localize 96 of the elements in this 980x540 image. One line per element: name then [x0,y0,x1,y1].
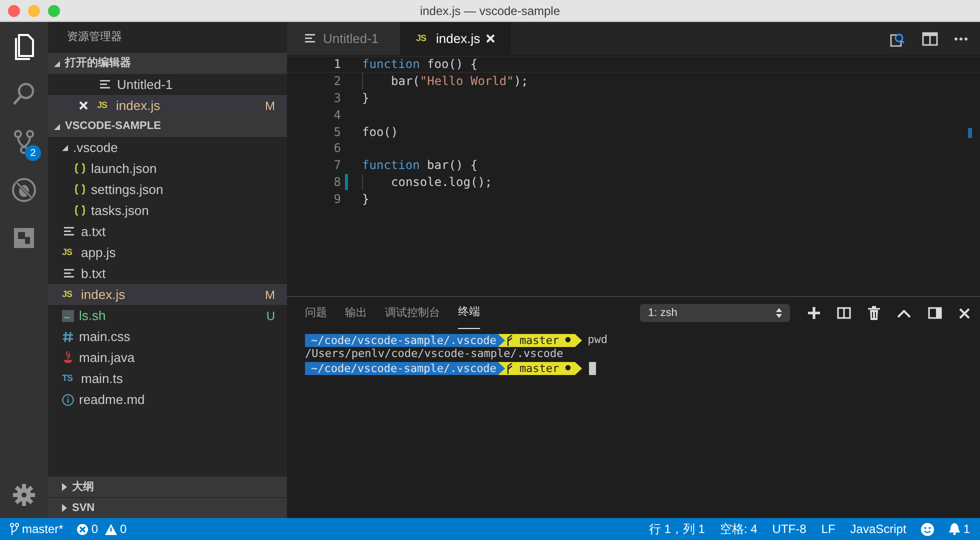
panel-tab[interactable]: 问题 [305,297,327,329]
window-control-icon [28,5,40,17]
tree-item[interactable]: TS main.ts [48,368,287,389]
section-header[interactable]: 大纲 [48,476,287,497]
tree-item[interactable]: readme.md [48,389,287,410]
close-icon[interactable] [79,101,88,110]
tree-item[interactable]: main.css [48,326,287,347]
line-number: 6 [334,140,341,158]
panel-tab[interactable]: 输出 [345,297,367,329]
panel-tab[interactable]: 终端 [458,297,480,329]
tree-item[interactable]: ls.sh U [48,305,287,326]
line-number: 2 [334,73,341,90]
code-line: } [362,90,370,107]
split-editor-icon [922,32,938,46]
window-control-icon [48,5,60,17]
line-number: 5 [334,124,341,141]
updown-icon [776,308,782,318]
cursor-position[interactable]: 行 1，列 1 [648,520,705,538]
segment-arrow-icon [498,362,506,374]
chevron-up-icon [897,308,911,318]
terminal-file-icon [62,310,74,322]
warning-icon [105,524,118,534]
braces-icon [74,184,86,195]
tree-item[interactable]: Untitled-1 [48,74,287,95]
section-header[interactable]: VSCODE-SAMPLE [48,116,287,137]
tree-item[interactable]: .vscode [48,137,287,158]
problems-status[interactable]: 0 0 [77,520,127,538]
tree-item[interactable]: JS app.js [48,242,287,263]
code-line: } [362,190,370,208]
plus-icon [808,307,820,319]
lines-icon [305,34,315,43]
window-title: index.js — vscode-sample [420,2,560,20]
split-terminal-icon [837,307,851,319]
braces-icon [74,163,86,174]
js-icon: JS [62,290,76,299]
line-number: 4 [334,106,341,124]
line-number: 8 [334,174,341,191]
segment-arrow-icon [574,334,582,346]
cup-icon [62,351,74,364]
line-number: 9 [334,190,341,208]
braces-icon [74,205,86,216]
code-line: bar("Hello World"); [391,73,528,90]
code-line: function bar() { [362,157,478,174]
terminal-command: pwd [588,332,608,348]
close-icon [486,34,496,43]
count-badge: 2 [25,145,41,161]
editor-tab[interactable]: JS index.js [400,22,511,55]
tree-item[interactable]: settings.json [48,179,287,200]
lines-icon [64,227,74,236]
error-icon [77,524,88,534]
line-number: 1 [334,56,341,74]
tree-item[interactable]: JS index.js M [48,284,287,305]
js-icon: JS [416,34,430,43]
notifications-status[interactable]: 1 [949,520,970,538]
trash-icon [868,306,880,320]
segment-arrow-icon [574,362,582,374]
tree-item[interactable]: tasks.json [48,200,287,221]
terminal-output: /Users/penlv/code/vscode-sample/.vscode [305,346,564,362]
tree-item[interactable]: launch.json [48,158,287,179]
line-ending-status[interactable]: LF [821,520,836,538]
branch-status[interactable]: master* [10,520,64,538]
section-header[interactable]: SVN [48,497,287,518]
tree-item[interactable]: a.txt [48,221,287,242]
terminal-select[interactable]: 1: zsh [640,304,790,322]
lines-icon [64,269,74,278]
more-icon [954,36,968,40]
js-icon: JS [62,248,76,257]
section-header[interactable]: 打开的编辑器 [48,53,287,74]
code-line: function foo() { [362,56,478,74]
language-status[interactable]: JavaScript [850,520,906,538]
code-line: console.log(); [391,174,492,191]
bug-icon[interactable] [10,176,38,204]
tree-item[interactable]: main.java [48,347,287,368]
encoding-status[interactable]: UTF-8 [772,520,806,538]
js-icon: JS [97,101,111,110]
code-line: foo() [362,124,398,141]
indentation-status[interactable]: 空格: 4 [720,520,758,538]
tree-item[interactable]: b.txt [48,263,287,284]
ts-icon: TS [62,374,76,383]
tree-item[interactable]: JS index.js M [48,95,287,116]
close-icon [959,308,970,318]
smiley-icon [921,522,934,536]
bell-icon [949,523,960,535]
lines-icon [100,80,110,89]
hash-icon [62,330,74,342]
info-icon [62,394,74,406]
panel-tab[interactable]: 调试控制台 [385,297,440,329]
editor-tab[interactable]: Untitled-1 [287,22,400,55]
window-control-icon [8,5,20,17]
sidebar-title: 资源管理器 [67,30,122,46]
panel-position-icon [928,307,942,319]
segment-arrow-icon [498,334,506,346]
overview-ruler-marker [968,128,972,138]
line-number: 7 [334,157,341,174]
settings-icon [13,484,35,506]
line-number: 3 [334,90,341,107]
